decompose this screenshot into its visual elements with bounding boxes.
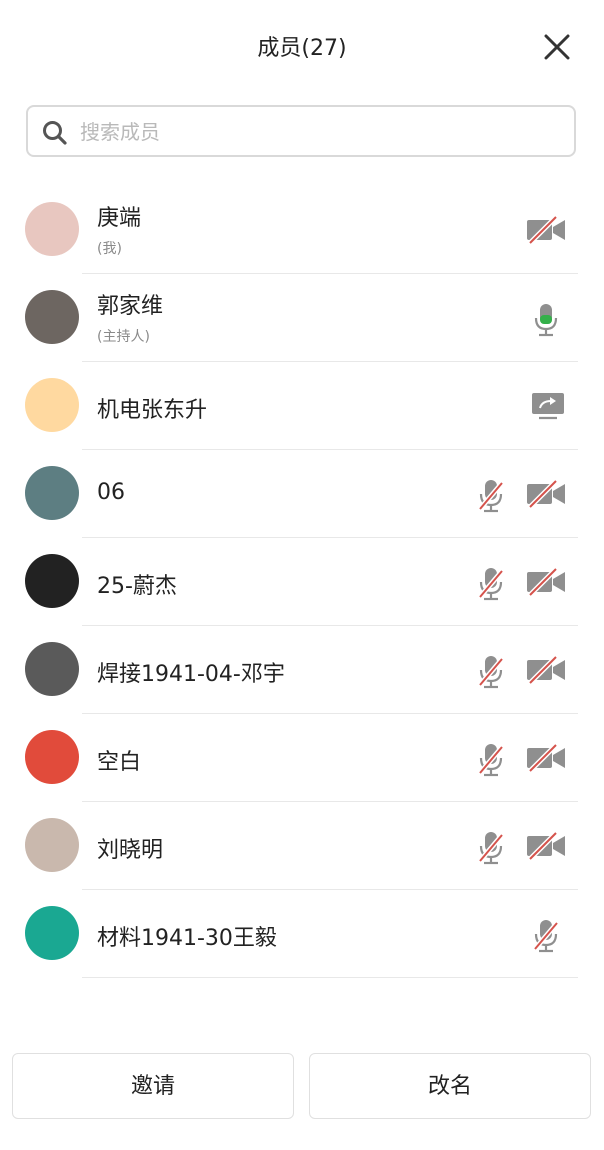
member-name: 庚端 (97, 206, 142, 231)
member-name: 焊接1941-04-邓宇 (97, 662, 285, 687)
member-name: 刘晓明 (97, 838, 164, 863)
member-name: 25-蔚杰 (97, 574, 177, 599)
member-name: 06 (97, 480, 125, 505)
member-row[interactable]: 06 (0, 450, 604, 538)
page-title: 成员(27) (257, 36, 347, 61)
member-name: 材料1941-30王毅 (97, 926, 277, 951)
divider (82, 977, 578, 978)
member-row[interactable]: 25-蔚杰 (0, 538, 604, 626)
avatar (25, 818, 79, 872)
search-icon (42, 120, 68, 146)
member-name: 空白 (97, 750, 142, 775)
avatar (25, 466, 79, 520)
microphone-muted-icon (531, 919, 561, 953)
avatar (25, 554, 79, 608)
camera-off-icon (526, 831, 566, 861)
camera-off-icon (526, 567, 566, 597)
member-name: 郭家维 (97, 294, 164, 319)
avatar (25, 378, 79, 432)
microphone-muted-icon (476, 567, 506, 601)
member-name: 机电张东升 (97, 398, 208, 423)
close-icon[interactable] (544, 34, 570, 60)
member-role: (我) (97, 241, 122, 257)
avatar (25, 642, 79, 696)
camera-off-icon (526, 215, 566, 245)
member-row[interactable]: 机电张东升 (0, 362, 604, 450)
member-row[interactable]: 材料1941-30王毅 (0, 890, 604, 978)
member-role: (主持人) (97, 329, 150, 345)
screen-share-icon (531, 391, 564, 421)
avatar (25, 906, 79, 960)
microphone-muted-icon (476, 743, 506, 777)
search-box[interactable] (26, 105, 576, 157)
avatar (25, 730, 79, 784)
microphone-muted-icon (476, 479, 506, 513)
camera-off-icon (526, 743, 566, 773)
member-row[interactable]: 焊接1941-04-邓宇 (0, 626, 604, 714)
invite-button[interactable]: 邀请 (12, 1053, 294, 1119)
microphone-muted-icon (476, 831, 506, 865)
avatar (25, 202, 79, 256)
rename-button[interactable]: 改名 (309, 1053, 591, 1119)
avatar (25, 290, 79, 344)
member-row[interactable]: 刘晓明 (0, 802, 604, 890)
header: 成员(27) (0, 0, 604, 96)
microphone-muted-icon (476, 655, 506, 689)
member-row[interactable]: 庚端 (我) (0, 186, 604, 274)
camera-off-icon (526, 479, 566, 509)
member-list: 庚端 (我) 郭家维 (主持人) 机电张东升 06 25-蔚杰焊接1941-04-邓宇 空白刘… (0, 186, 604, 978)
member-row[interactable]: 郭家维 (主持人) (0, 274, 604, 362)
microphone-icon (531, 303, 561, 337)
member-row[interactable]: 空白 (0, 714, 604, 802)
camera-off-icon (526, 655, 566, 685)
search-input[interactable] (78, 115, 562, 149)
